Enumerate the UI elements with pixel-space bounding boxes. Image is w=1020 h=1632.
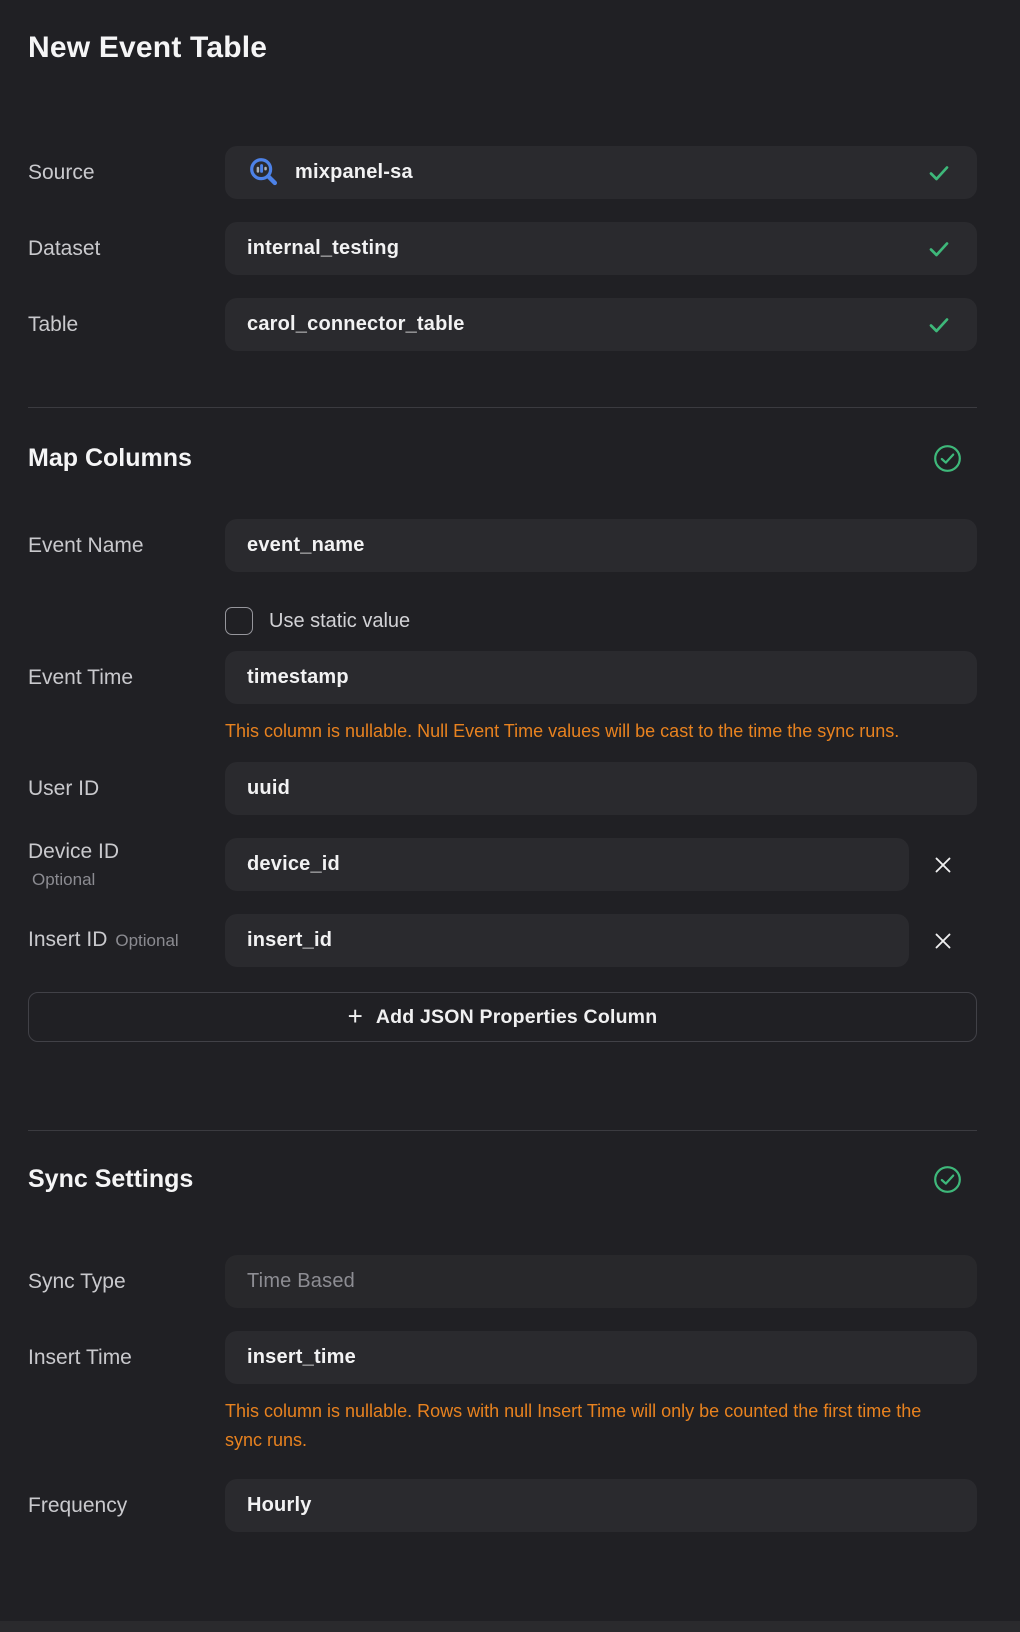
insert-id-label: Insert ID Optional (28, 927, 225, 954)
event-name-value: event_name (247, 534, 365, 557)
insert-time-value: insert_time (247, 1346, 356, 1369)
event-time-select[interactable]: timestamp (225, 651, 977, 704)
table-row: Table carol_connector_table (28, 298, 977, 351)
device-id-select[interactable]: device_id (225, 838, 909, 891)
source-label: Source (28, 160, 225, 186)
table-label: Table (28, 312, 225, 338)
add-json-properties-label: Add JSON Properties Column (376, 1006, 658, 1029)
insert-time-label: Insert Time (28, 1345, 225, 1371)
valid-check-icon (927, 313, 951, 337)
frequency-row: Frequency Hourly (28, 1479, 977, 1532)
sync-type-label: Sync Type (28, 1269, 225, 1295)
event-time-value: timestamp (247, 666, 349, 689)
dataset-value: internal_testing (247, 237, 399, 260)
valid-check-icon (927, 161, 951, 185)
insert-id-select[interactable]: insert_id (225, 914, 909, 967)
source-select[interactable]: mixpanel-sa (225, 146, 977, 199)
source-value: mixpanel-sa (295, 161, 413, 184)
add-json-properties-button[interactable]: + Add JSON Properties Column (28, 992, 977, 1042)
use-static-value-checkbox[interactable] (225, 607, 253, 635)
source-row: Source mixpanel-sa (28, 146, 977, 199)
frequency-label: Frequency (28, 1493, 225, 1519)
valid-check-icon (927, 237, 951, 261)
user-id-value: uuid (247, 777, 290, 800)
x-icon (932, 854, 954, 876)
mixpanel-logo-icon (247, 156, 281, 190)
event-time-warning: This column is nullable. Null Event Time… (225, 717, 951, 746)
sync-type-row: Sync Type Time Based (28, 1255, 977, 1308)
user-id-row: User ID uuid (28, 762, 977, 815)
remove-device-id-button[interactable] (909, 838, 977, 891)
map-columns-heading: Map Columns (28, 443, 192, 473)
event-name-row: Event Name event_name (28, 519, 977, 572)
frequency-value: Hourly (247, 1494, 312, 1517)
sync-type-value: Time Based (247, 1270, 355, 1293)
sync-settings-header: Sync Settings (28, 1164, 977, 1194)
plus-icon: + (348, 1003, 363, 1029)
sync-type-select: Time Based (225, 1255, 977, 1308)
event-name-select[interactable]: event_name (225, 519, 977, 572)
section-divider (28, 1130, 977, 1131)
footer-panel-edge (0, 1621, 1020, 1632)
frequency-select[interactable]: Hourly (225, 1479, 977, 1532)
dataset-select[interactable]: internal_testing (225, 222, 977, 275)
section-divider (28, 407, 977, 408)
insert-id-optional-tag: Optional (115, 931, 178, 950)
device-id-value: device_id (247, 853, 340, 876)
x-icon (932, 930, 954, 952)
user-id-select[interactable]: uuid (225, 762, 977, 815)
insert-id-row: Insert ID Optional insert_id (28, 914, 977, 967)
event-time-row: Event Time timestamp (28, 651, 977, 704)
sync-settings-heading: Sync Settings (28, 1164, 193, 1194)
section-complete-icon (933, 444, 962, 473)
table-select[interactable]: carol_connector_table (225, 298, 977, 351)
static-value-row: Use static value (225, 606, 977, 636)
map-columns-header: Map Columns (28, 443, 977, 473)
device-id-label-group: Device ID Optional (28, 839, 225, 890)
insert-time-warning: This column is nullable. Rows with null … (225, 1397, 951, 1455)
page-title: New Event Table (28, 30, 977, 66)
dataset-label: Dataset (28, 236, 225, 262)
new-event-table-form: New Event Table Source mixpanel-sa Datas… (0, 0, 1020, 1532)
table-value: carol_connector_table (247, 313, 465, 336)
event-time-label: Event Time (28, 665, 225, 691)
remove-insert-id-button[interactable] (909, 914, 977, 967)
insert-id-value: insert_id (247, 929, 332, 952)
dataset-row: Dataset internal_testing (28, 222, 977, 275)
device-id-label: Device ID (28, 839, 225, 865)
device-id-optional-tag: Optional (32, 870, 225, 890)
use-static-value-label: Use static value (269, 610, 410, 633)
insert-id-label-text: Insert ID (28, 928, 107, 951)
section-complete-icon (933, 1165, 962, 1194)
connection-section: Source mixpanel-sa Dataset internal_test… (28, 146, 977, 351)
insert-time-select[interactable]: insert_time (225, 1331, 977, 1384)
user-id-label: User ID (28, 776, 225, 802)
device-id-row: Device ID Optional device_id (28, 838, 977, 891)
insert-time-row: Insert Time insert_time (28, 1331, 977, 1384)
event-name-label: Event Name (28, 533, 225, 559)
